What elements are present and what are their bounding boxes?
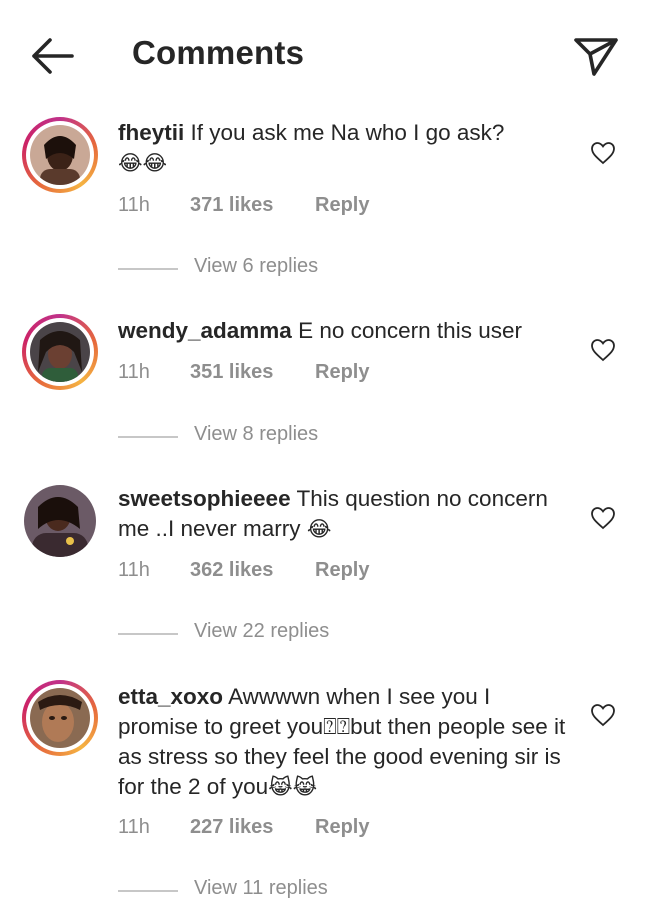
view-replies-label: View 11 replies bbox=[194, 877, 328, 899]
comment-username[interactable]: sweetsophieeee bbox=[118, 486, 291, 511]
reply-button[interactable]: Reply bbox=[315, 194, 369, 217]
view-replies-label: View 6 replies bbox=[194, 255, 319, 277]
comment-meta: 11h 351 likes Reply bbox=[118, 361, 369, 384]
comment-emoji: 😹😹 bbox=[268, 775, 318, 799]
avatar[interactable] bbox=[22, 680, 98, 756]
replies-divider bbox=[118, 268, 178, 270]
comment-meta: 11h 371 likes Reply bbox=[118, 194, 369, 217]
arrow-left-icon bbox=[32, 38, 74, 74]
share-button[interactable] bbox=[570, 30, 622, 82]
like-button[interactable] bbox=[590, 703, 616, 727]
comment-meta: 11h 227 likes Reply bbox=[118, 816, 369, 839]
heart-outline-icon bbox=[591, 142, 615, 165]
comment-time: 11h bbox=[118, 559, 150, 581]
avatar[interactable] bbox=[22, 483, 98, 559]
like-button[interactable] bbox=[590, 338, 616, 362]
view-replies-label: View 8 replies bbox=[194, 423, 319, 445]
view-replies-label: View 22 replies bbox=[194, 620, 330, 642]
comment-emoji: 😂 bbox=[306, 517, 332, 541]
comments-header: Comments bbox=[0, 0, 654, 110]
comment-time: 11h bbox=[118, 816, 150, 838]
avatar-photo bbox=[30, 688, 90, 748]
reply-button[interactable]: Reply bbox=[315, 361, 369, 384]
avatar-photo bbox=[30, 322, 90, 382]
comment-username[interactable]: wendy_adamma bbox=[118, 318, 292, 343]
comment-username[interactable]: etta_xoxo bbox=[118, 684, 223, 709]
comment-likes[interactable]: 362 likes bbox=[190, 559, 273, 582]
heart-outline-icon bbox=[591, 704, 615, 727]
heart-outline-icon bbox=[591, 507, 615, 530]
comment-time: 11h bbox=[118, 194, 150, 216]
comment-username[interactable]: fheytii bbox=[118, 120, 184, 145]
reply-button[interactable]: Reply bbox=[315, 816, 369, 839]
comment-text: If you ask me Na who I go ask? bbox=[190, 120, 505, 145]
reply-button[interactable]: Reply bbox=[315, 559, 369, 582]
replies-divider bbox=[118, 890, 178, 892]
avatar-photo bbox=[24, 485, 96, 557]
page-title: Comments bbox=[132, 34, 305, 71]
comment-emoji: 😂😂 bbox=[118, 151, 168, 175]
comment-text: E no concern this user bbox=[298, 318, 522, 343]
like-button[interactable] bbox=[590, 141, 616, 165]
like-button[interactable] bbox=[590, 506, 616, 530]
avatar[interactable] bbox=[22, 314, 98, 390]
comment-body: etta_xoxo Awwwwn when I see you I promis… bbox=[118, 682, 570, 802]
replies-divider bbox=[118, 436, 178, 438]
replies-divider bbox=[118, 633, 178, 635]
comment-meta: 11h 362 likes Reply bbox=[118, 559, 369, 582]
comment-time: 11h bbox=[118, 361, 150, 383]
back-button[interactable] bbox=[28, 34, 76, 78]
comment-likes[interactable]: 371 likes bbox=[190, 194, 273, 217]
heart-outline-icon bbox=[591, 339, 615, 362]
comment-body: wendy_adamma E no concern this user bbox=[118, 316, 570, 346]
avatar-photo bbox=[30, 125, 90, 185]
avatar[interactable] bbox=[22, 117, 98, 193]
comment-body: sweetsophieeee This question no concern … bbox=[118, 484, 570, 544]
comment-body: fheytii If you ask me Na who I go ask? 😂… bbox=[118, 118, 570, 178]
paper-plane-icon bbox=[574, 38, 618, 76]
comment-likes[interactable]: 351 likes bbox=[190, 361, 273, 384]
comment-likes[interactable]: 227 likes bbox=[190, 816, 273, 839]
